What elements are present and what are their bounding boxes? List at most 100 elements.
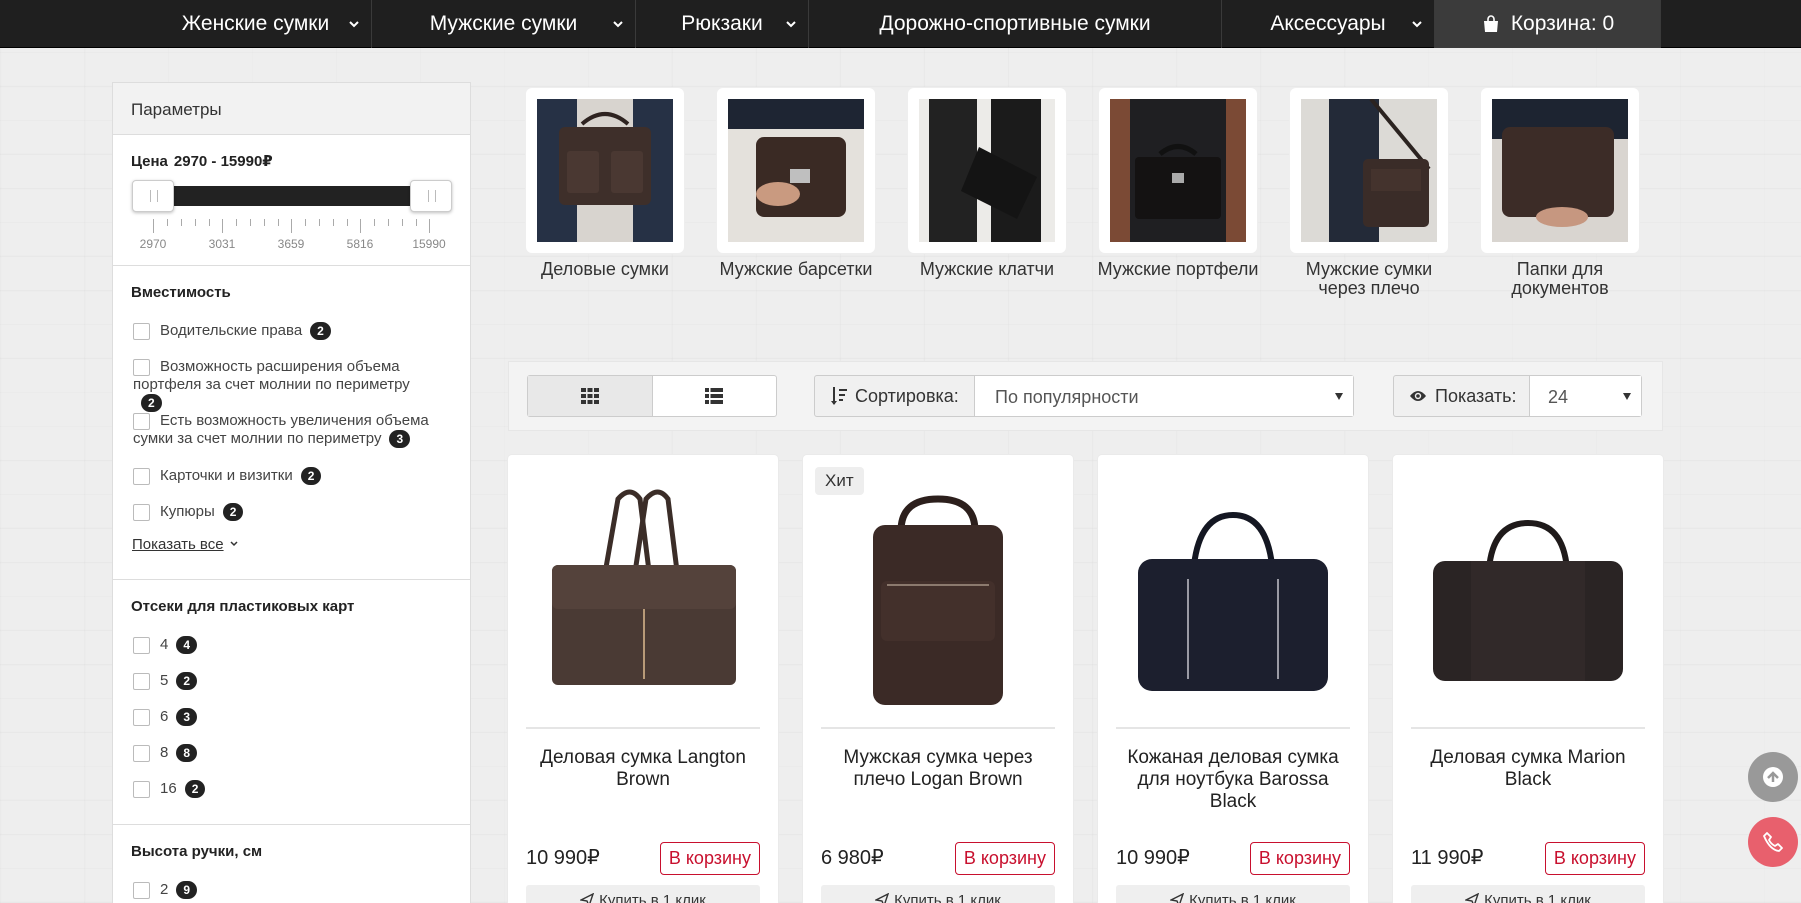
checkbox[interactable] [133,413,150,430]
product-price: 11 990₽ [1411,847,1484,869]
buy-one-click-label: Купить в 1 клик [599,892,706,903]
filter-option[interactable]: 44 [133,636,458,654]
checkbox[interactable] [133,504,150,521]
product-image[interactable] [526,469,760,719]
checkbox[interactable] [133,673,150,690]
buy-one-click-button[interactable]: Купить в 1 клик [1116,885,1350,903]
product-name[interactable]: Деловая сумка Marion Black [1407,747,1649,791]
view-switcher [527,375,777,417]
buy-one-click-label: Купить в 1 клик [1189,892,1296,903]
add-to-cart-button[interactable]: В корзину [1249,842,1350,875]
category-mens-handbags[interactable]: Мужские барсетки [711,88,881,279]
category-crossbody-bags[interactable]: Мужские сумки через плечо [1284,88,1454,298]
product-card[interactable]: Деловая сумка Marion Black 11 990₽ В кор… [1393,455,1663,903]
product-card[interactable]: Кожаная деловая сумка для ноутбука Baros… [1098,455,1368,903]
category-image [1481,88,1639,253]
count-badge: 2 [300,467,322,485]
document-folder-photo [1492,99,1628,242]
product-card[interactable]: Хит Мужская сумка через плечо Logan Brow… [803,455,1073,903]
capacity-filter: Вместимость Водительские права 2 Возможно… [113,266,470,580]
checkbox[interactable] [133,359,150,376]
sort-label: Сортировка: [855,385,959,406]
buy-one-click-button[interactable]: Купить в 1 клик [526,885,760,903]
product-name[interactable]: Деловая сумка Langton Brown [522,747,764,791]
catalog-toolbar: Сортировка: По популярности Показать: 24 [508,361,1663,431]
filter-option[interactable]: 63 [133,708,458,726]
filter-option[interactable]: Возможность расширения объема портфеля з… [133,358,458,412]
card-slots-title: Отсеки для пластиковых карт [131,598,355,615]
checkbox[interactable] [133,637,150,654]
filter-option[interactable]: Есть возможность увеличения объема сумки… [133,412,458,448]
option-label: 6 [160,708,169,725]
product-image[interactable] [1116,469,1350,719]
checkbox[interactable] [133,882,150,899]
checkbox[interactable] [133,745,150,762]
category-label: Мужские сумки через плечо [1305,259,1433,298]
briefcase-photo [1110,99,1246,242]
count-badge: 3 [389,430,411,448]
category-mens-clutches[interactable]: Мужские клатчи [902,88,1072,279]
nav-accessories[interactable]: Аксессуары [1222,0,1435,48]
filter-option[interactable]: Водительские права 2 [133,322,458,340]
price-label: Цена 2970 - 15990₽ [131,152,273,170]
product-name[interactable]: Кожаная деловая сумка для ноутбука Baros… [1112,747,1354,813]
scale-label: 15990 [412,237,446,251]
product-image[interactable] [1411,469,1645,719]
filter-option[interactable]: 29 [133,881,458,899]
filter-option[interactable]: 52 [133,672,458,690]
price-slider-track[interactable] [153,186,427,206]
product-price: 6 980₽ [821,847,884,869]
checkbox[interactable] [133,468,150,485]
grid-icon [580,388,599,404]
call-button[interactable] [1748,817,1798,867]
sort-select[interactable]: По популярности [975,376,1353,416]
category-document-folders[interactable]: Папки для документов [1475,88,1645,298]
checkbox[interactable] [133,781,150,798]
option-label: 2 [160,881,169,898]
nav-item-label: Аксессуары [1270,12,1386,35]
option-label: 5 [160,672,169,689]
filter-option[interactable]: Купюры 2 [133,503,458,521]
product-image[interactable] [821,469,1055,719]
show-all-link[interactable]: Показать все [132,536,239,553]
price-title: Цена [131,153,168,170]
nav-mens-bags[interactable]: Мужские сумки [372,0,636,48]
checkbox[interactable] [133,323,150,340]
send-icon [578,892,595,903]
filter-option[interactable]: 88 [133,744,458,762]
product-name[interactable]: Мужская сумка через плечо Logan Brown [817,747,1059,791]
count-badge: 4 [176,636,198,654]
buy-one-click-button[interactable]: Купить в 1 клик [1411,885,1645,903]
add-to-cart-button[interactable]: В корзину [1544,842,1645,875]
category-business-bags[interactable]: Деловые сумки [520,88,690,279]
count-badge: 2 [176,672,198,690]
price-range-value: 2970 - 15990₽ [173,153,273,170]
list-icon [705,388,724,404]
option-label: Купюры [160,503,215,520]
add-to-cart-button[interactable]: В корзину [954,842,1055,875]
checkbox[interactable] [133,709,150,726]
category-label: Папки для документов [1511,259,1609,298]
add-to-cart-button[interactable]: В корзину [659,842,760,875]
eye-icon [1410,391,1426,401]
page-size-control: Показать: 24 [1393,375,1642,417]
category-mens-briefcases[interactable]: Мужские портфели [1093,88,1263,279]
filter-option[interactable]: Карточки и визитки 2 [133,467,458,485]
nav-womens-bags[interactable]: Женские сумки [140,0,372,48]
list-view-button[interactable] [653,376,777,416]
dropdown-caret-icon [1623,393,1631,400]
nav-backpacks[interactable]: Рюкзаки [636,0,809,48]
grid-view-button[interactable] [528,376,653,416]
price-slider-max-handle[interactable] [410,180,452,212]
count-badge: 2 [222,503,244,521]
page-size-select[interactable]: 24 [1530,376,1641,416]
chevron-down-icon [613,21,623,28]
scroll-to-top-button[interactable] [1748,752,1798,802]
product-card[interactable]: Деловая сумка Langton Brown 10 990₽ В ко… [508,455,778,903]
cart-button[interactable]: Корзина: 0 [1435,0,1661,48]
price-slider-min-handle[interactable] [132,180,174,212]
filter-option[interactable]: 16 2 [133,780,458,798]
nav-travel-sport-bags[interactable]: Дорожно-спортивные сумки [809,0,1222,48]
buy-one-click-button[interactable]: Купить в 1 клик [821,885,1055,903]
send-icon [1168,892,1185,903]
